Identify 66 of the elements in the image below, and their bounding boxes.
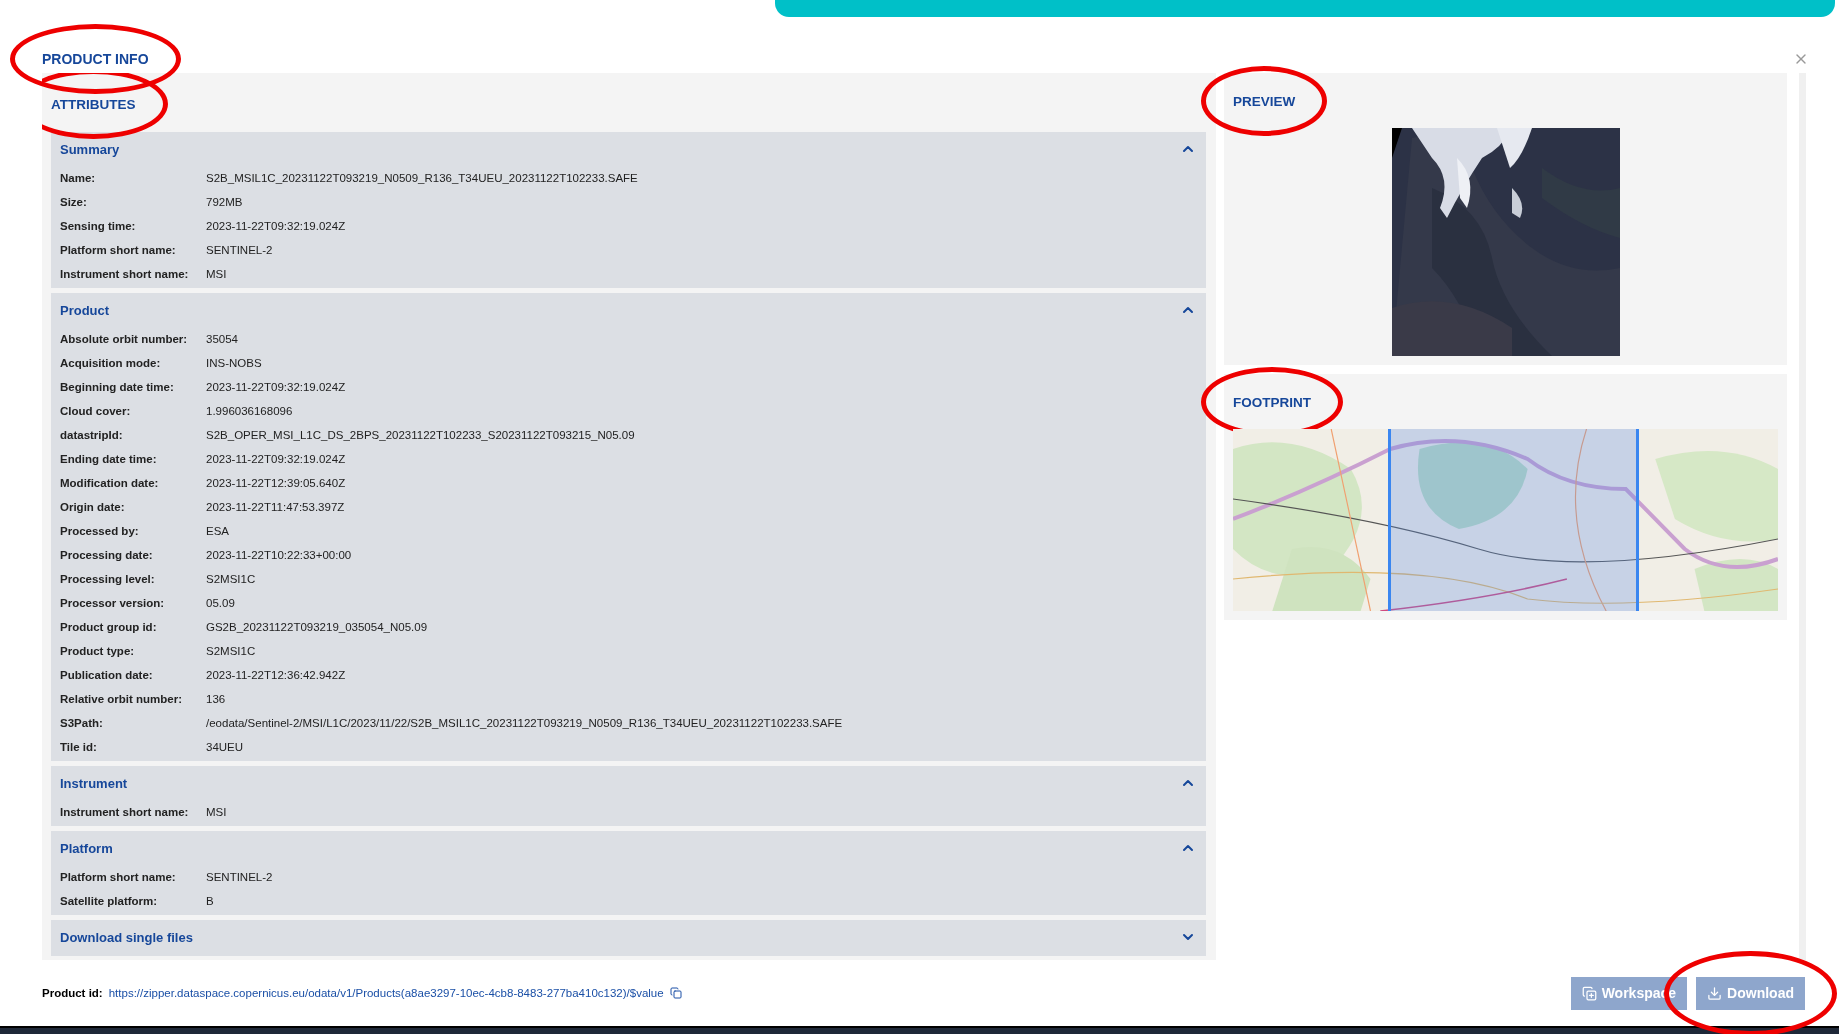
group-header[interactable]: Product bbox=[60, 293, 1196, 327]
section-title: PREVIEW bbox=[1233, 93, 1296, 109]
attribute-label: Tile id: bbox=[60, 741, 98, 753]
attribute-value: SENTINEL-2 bbox=[206, 871, 274, 883]
attribute-value: 2023-11-22T12:39:05.640Z bbox=[206, 477, 347, 489]
attribute-value: 136 bbox=[206, 693, 227, 705]
attribute-label: Platform short name: bbox=[60, 871, 177, 883]
attribute-value: 34UEU bbox=[206, 741, 245, 753]
download-icon bbox=[1707, 985, 1723, 1001]
attribute-value: 2023-11-22T10:22:33+00:00 bbox=[206, 549, 353, 561]
section-title: ATTRIBUTES bbox=[51, 97, 136, 112]
attribute-value: 2023-11-22T09:32:19.024Z bbox=[206, 381, 347, 393]
section-title: FOOTPRINT bbox=[1233, 394, 1311, 410]
attribute-label: Instrument short name: bbox=[60, 806, 190, 818]
attribute-label: Publication date: bbox=[60, 669, 154, 681]
attribute-value: 2023-11-22T09:32:19.024Z bbox=[206, 220, 347, 232]
attribute-label: Acquisition mode: bbox=[60, 357, 162, 369]
attribute-value: 792MB bbox=[206, 196, 244, 208]
attribute-value: 2023-11-22T09:32:19.024Z bbox=[206, 453, 347, 465]
attribute-label: Processor version: bbox=[60, 597, 166, 609]
attribute-label: Platform short name: bbox=[60, 244, 177, 256]
attribute-value: SENTINEL-2 bbox=[206, 244, 274, 256]
attribute-label: Satellite platform: bbox=[60, 895, 159, 907]
attribute-value: 2023-11-22T12:36:42.942Z bbox=[206, 669, 347, 681]
attribute-value: S2MSI1C bbox=[206, 645, 257, 657]
attribute-value: S2B_MSIL1C_20231122T093219_N0509_R136_T34UEU_20231122T102233.SAFE bbox=[206, 172, 639, 184]
attribute-label: Cloud cover: bbox=[60, 405, 132, 417]
attribute-label: Instrument short name: bbox=[60, 268, 190, 280]
attribute-label: Product type: bbox=[60, 645, 136, 657]
attribute-label: Relative orbit number: bbox=[60, 693, 184, 705]
attribute-value: B bbox=[206, 895, 215, 907]
attribute-value: /eodata/Sentinel-2/MSI/L1C/2023/11/22/S2B_MSIL1C_20231122T093219_N0509_R136_T34UEU_20231122T102233.SAFE bbox=[206, 717, 844, 729]
attribute-value: 1.996036168096 bbox=[206, 405, 294, 417]
attribute-value: 05.09 bbox=[206, 597, 236, 609]
add-icon bbox=[1581, 985, 1597, 1001]
attribute-label: Processing level: bbox=[60, 573, 156, 585]
attribute-label: Origin date: bbox=[60, 501, 126, 513]
attribute-value: ESA bbox=[206, 525, 230, 537]
group-header[interactable]: Summary bbox=[60, 132, 1196, 166]
group-header[interactable]: Instrument bbox=[60, 766, 1196, 800]
attribute-label: Processed by: bbox=[60, 525, 140, 537]
copy-icon[interactable] bbox=[669, 987, 682, 999]
attribute-value: 35054 bbox=[206, 333, 239, 345]
attribute-value: 2023-11-22T11:47:53.397Z bbox=[206, 501, 346, 513]
attribute-value: MSI bbox=[206, 268, 228, 280]
attribute-label: Modification date: bbox=[60, 477, 160, 489]
group-header[interactable]: Download single files bbox=[60, 920, 1196, 954]
attribute-value: S2B_OPER_MSI_L1C_DS_2BPS_20231122T102233_S20231122T093215_N05.09 bbox=[206, 429, 636, 441]
attribute-value: MSI bbox=[206, 806, 228, 818]
attribute-value: GS2B_20231122T093219_035054_N05.09 bbox=[206, 621, 429, 633]
attribute-label: Absolute orbit number: bbox=[60, 333, 189, 345]
product-link[interactable]: https://zipper.dataspace.copernicus.eu/odata/v1/Products(a8ae3297-10ec-4cb8-8483-277ba410c132)/$value bbox=[108, 987, 664, 999]
group-header[interactable]: Platform bbox=[60, 831, 1196, 865]
dialog-title: PRODUCT INFO bbox=[42, 50, 149, 67]
attribute-label: Product group id: bbox=[60, 621, 158, 633]
attribute-label: Ending date time: bbox=[60, 453, 158, 465]
product-id-label: Product id: bbox=[42, 987, 103, 999]
attribute-label: Name: bbox=[60, 172, 97, 184]
attribute-label: S3Path: bbox=[60, 717, 104, 729]
attribute-value: INS-NOBS bbox=[206, 357, 263, 369]
attribute-label: Processing date: bbox=[60, 549, 154, 561]
attribute-label: Size: bbox=[60, 196, 88, 208]
attribute-label: Sensing time: bbox=[60, 220, 137, 232]
attribute-label: datastripId: bbox=[60, 429, 124, 441]
attribute-value: S2MSI1C bbox=[206, 573, 257, 585]
attribute-label: Beginning date time: bbox=[60, 381, 175, 393]
